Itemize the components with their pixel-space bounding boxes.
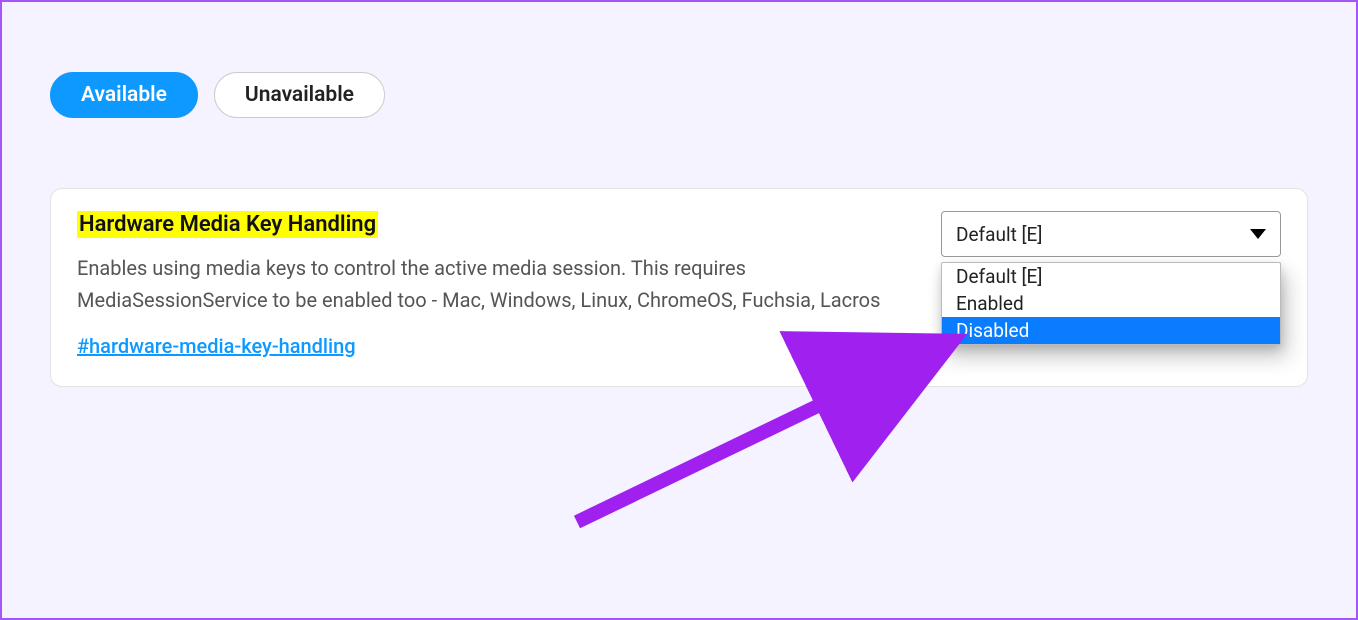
tab-unavailable[interactable]: Unavailable bbox=[214, 72, 385, 118]
flag-title: Hardware Media Key Handling bbox=[77, 211, 378, 238]
option-default[interactable]: Default [E] bbox=[942, 263, 1280, 290]
flag-select[interactable]: Default [E] bbox=[941, 211, 1281, 257]
flag-anchor-link[interactable]: #hardware-media-key-handling bbox=[77, 334, 356, 358]
option-enabled[interactable]: Enabled bbox=[942, 290, 1280, 317]
chevron-down-icon bbox=[1250, 229, 1266, 239]
tab-available[interactable]: Available bbox=[50, 72, 198, 118]
flag-select-value: Default [E] bbox=[956, 223, 1042, 246]
option-disabled[interactable]: Disabled bbox=[942, 317, 1280, 344]
flag-card: Hardware Media Key Handling Enables usin… bbox=[50, 188, 1308, 387]
flag-content: Hardware Media Key Handling Enables usin… bbox=[77, 211, 921, 358]
flag-description: Enables using media keys to control the … bbox=[77, 252, 921, 316]
tabs-bar: Available Unavailable bbox=[50, 72, 1308, 118]
dropdown-menu: Default [E] Enabled Disabled bbox=[941, 262, 1281, 345]
flag-control: Default [E] Default [E] Enabled Disabled bbox=[941, 211, 1281, 257]
